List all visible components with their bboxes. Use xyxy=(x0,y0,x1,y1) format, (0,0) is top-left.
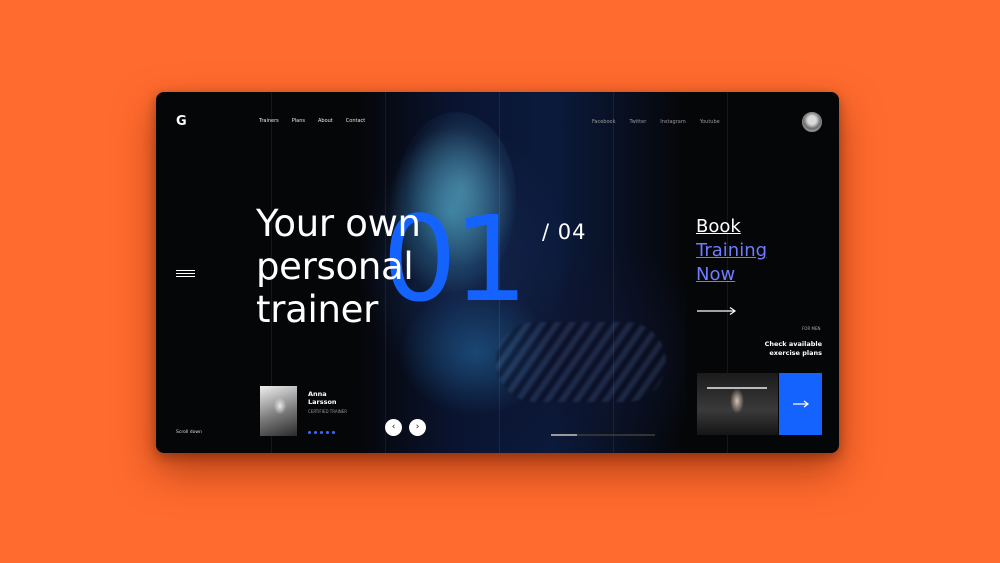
plans-thumbnail[interactable] xyxy=(697,373,778,435)
pager-dot[interactable] xyxy=(314,431,317,434)
plans-arrow-button[interactable] xyxy=(779,373,822,435)
slide-progress xyxy=(551,434,655,436)
trainer-first-name: Anna xyxy=(308,390,327,398)
plans-line: exercise plans xyxy=(769,349,822,357)
cta-line: Training xyxy=(696,240,768,261)
nav-item-plans[interactable]: Plans xyxy=(292,118,305,124)
trainer-name: Anna Larsson xyxy=(308,390,337,406)
prev-slide-button[interactable]: ‹ xyxy=(385,419,402,436)
social-link-facebook[interactable]: Facebook xyxy=(592,119,616,125)
pager-dot[interactable] xyxy=(308,431,311,434)
trainer-dots xyxy=(308,431,335,434)
book-training-link[interactable]: Book Training Now xyxy=(696,215,767,287)
scroll-down-label[interactable]: Scroll down xyxy=(176,430,202,435)
headline-line: personal xyxy=(256,245,414,288)
arrow-right-icon xyxy=(792,400,809,408)
pager-dot[interactable] xyxy=(320,431,323,434)
nav-item-contact[interactable]: Contact xyxy=(346,118,365,124)
plans-line: Check available xyxy=(764,340,822,348)
hamburger-menu-icon[interactable] xyxy=(176,270,195,279)
chevron-left-icon: ‹ xyxy=(391,422,396,432)
plans-tag: FOR MEN xyxy=(802,326,821,331)
landing-page-frame: G Trainers Plans About Contact Facebook … xyxy=(156,92,839,453)
hero-headline: Your own personal trainer xyxy=(256,202,486,331)
headline-line: trainer xyxy=(256,288,378,331)
grid-line xyxy=(613,92,614,453)
slide-counter: / 04 xyxy=(542,220,587,244)
headline-line: Your own xyxy=(256,202,421,245)
social-link-instagram[interactable]: Instagram xyxy=(660,119,685,125)
arrow-right-icon[interactable] xyxy=(697,306,737,316)
social-links: Facebook Twitter Instagram Youtube xyxy=(592,119,720,125)
plans-description: Check available exercise plans xyxy=(754,340,822,358)
next-slide-button[interactable]: › xyxy=(409,419,426,436)
pager-dot[interactable] xyxy=(326,431,329,434)
trainer-role: CERTIFIED TRAINER xyxy=(308,409,348,414)
social-link-twitter[interactable]: Twitter xyxy=(630,119,647,125)
pager-dot[interactable] xyxy=(332,431,335,434)
nav-item-trainers[interactable]: Trainers xyxy=(259,118,279,124)
user-avatar[interactable] xyxy=(802,112,822,132)
brand-logo[interactable]: G xyxy=(176,114,187,129)
cta-line: Now xyxy=(696,264,736,285)
trainer-photo[interactable] xyxy=(260,386,297,436)
trainer-last-name: Larsson xyxy=(308,398,337,406)
slide-progress-fill xyxy=(551,434,577,436)
nav-item-about[interactable]: About xyxy=(318,118,333,124)
social-link-youtube[interactable]: Youtube xyxy=(700,119,720,125)
main-nav: Trainers Plans About Contact xyxy=(259,118,365,124)
cta-line: Book xyxy=(696,216,741,237)
chevron-right-icon: › xyxy=(415,422,420,432)
